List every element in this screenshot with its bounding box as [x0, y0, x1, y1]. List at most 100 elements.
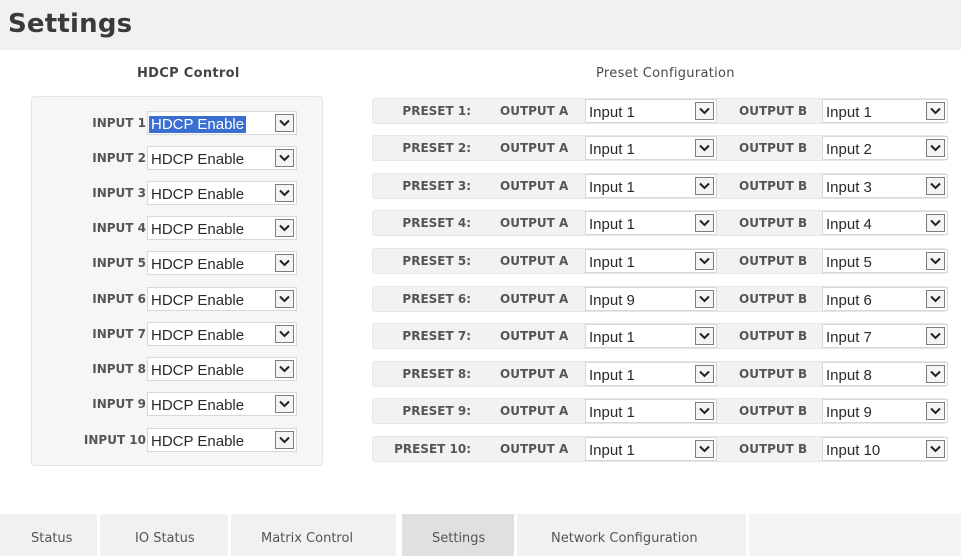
chevron-down-icon[interactable] [275, 290, 294, 308]
output-a-select[interactable]: Input 1 [585, 174, 717, 198]
chevron-down-icon[interactable] [926, 290, 945, 308]
select-value: Input 4 [826, 216, 872, 233]
tab-status[interactable]: Status [0, 514, 100, 556]
preset-row: PRESET 9: OUTPUT A Input 1 OUTPUT B Input 9 [372, 398, 948, 424]
select-value: Input 9 [589, 292, 635, 309]
preset-label: PRESET 10: [394, 442, 471, 456]
chevron-down-icon[interactable] [695, 214, 714, 232]
chevron-down-icon[interactable] [275, 184, 294, 202]
select-value: HDCP Enable [151, 256, 245, 273]
chevron-down-icon[interactable] [695, 139, 714, 157]
hdcp-select[interactable]: HDCP Enable [147, 322, 297, 346]
chevron-down-icon[interactable] [275, 149, 294, 167]
output-b-label: OUTPUT B [739, 141, 808, 155]
output-b-select[interactable]: Input 1 [822, 99, 948, 123]
hdcp-select[interactable]: HDCP Enable [147, 216, 297, 240]
output-b-select[interactable]: Input 4 [822, 211, 948, 235]
hdcp-select[interactable]: HDCP Enable [147, 428, 297, 452]
chevron-down-icon[interactable] [695, 327, 714, 345]
preset-row: PRESET 3: OUTPUT A Input 1 OUTPUT B Input 3 [372, 173, 948, 199]
preset-row: PRESET 8: OUTPUT A Input 1 OUTPUT B Input 8 [372, 361, 948, 387]
hdcp-select[interactable]: HDCP Enable [147, 287, 297, 311]
chevron-down-icon[interactable] [275, 219, 294, 237]
chevron-down-icon[interactable] [275, 114, 294, 132]
output-a-select[interactable]: Input 1 [585, 437, 717, 461]
tab-settings[interactable]: Settings [399, 514, 517, 556]
chevron-down-icon[interactable] [275, 395, 294, 413]
output-b-select[interactable]: Input 6 [822, 287, 948, 311]
chevron-down-icon[interactable] [695, 440, 714, 458]
output-a-select[interactable]: Input 1 [585, 99, 717, 123]
chevron-down-icon[interactable] [926, 214, 945, 232]
select-value: Input 1 [589, 254, 635, 271]
hdcp-section-title: HDCP Control [137, 66, 240, 81]
hdcp-input-label: INPUT 3 [92, 186, 146, 200]
chevron-down-icon[interactable] [926, 177, 945, 195]
output-b-select[interactable]: Input 5 [822, 249, 948, 273]
select-value: Input 1 [589, 141, 635, 158]
preset-label: PRESET 4: [402, 216, 471, 230]
hdcp-row: INPUT 5 HDCP Enable [32, 250, 324, 276]
chevron-down-icon[interactable] [695, 102, 714, 120]
hdcp-select[interactable]: HDCP Enable [147, 392, 297, 416]
chevron-down-icon[interactable] [275, 360, 294, 378]
chevron-down-icon[interactable] [695, 290, 714, 308]
hdcp-select[interactable]: HDCP Enable [147, 146, 297, 170]
hdcp-select[interactable]: HDCP Enable [147, 111, 297, 135]
tab-io-status[interactable]: IO Status [100, 514, 231, 556]
output-b-label: OUTPUT B [739, 367, 808, 381]
hdcp-select[interactable]: HDCP Enable [147, 357, 297, 381]
hdcp-row: INPUT 7 HDCP Enable [32, 321, 324, 347]
chevron-down-icon[interactable] [926, 440, 945, 458]
output-b-label: OUTPUT B [739, 179, 808, 193]
select-value: HDCP Enable [149, 116, 247, 133]
output-b-select[interactable]: Input 7 [822, 324, 948, 348]
output-a-select[interactable]: Input 1 [585, 211, 717, 235]
select-value: Input 5 [826, 254, 872, 271]
chevron-down-icon[interactable] [926, 252, 945, 270]
chevron-down-icon[interactable] [275, 431, 294, 449]
output-a-select[interactable]: Input 1 [585, 399, 717, 423]
preset-label: PRESET 7: [402, 329, 471, 343]
output-b-select[interactable]: Input 8 [822, 362, 948, 386]
chevron-down-icon[interactable] [926, 402, 945, 420]
chevron-down-icon[interactable] [926, 102, 945, 120]
output-a-select[interactable]: Input 1 [585, 249, 717, 273]
output-b-select[interactable]: Input 9 [822, 399, 948, 423]
output-b-select[interactable]: Input 10 [822, 437, 948, 461]
output-b-select[interactable]: Input 2 [822, 136, 948, 160]
tab-matrix-control[interactable]: Matrix Control [231, 514, 399, 556]
hdcp-input-label: INPUT 8 [92, 362, 146, 376]
tab-network-configuration[interactable]: Network Configuration [517, 514, 749, 556]
output-a-select[interactable]: Input 1 [585, 136, 717, 160]
output-a-select[interactable]: Input 1 [585, 324, 717, 348]
hdcp-input-label: INPUT 6 [92, 292, 146, 306]
hdcp-select[interactable]: HDCP Enable [147, 251, 297, 275]
output-a-select[interactable]: Input 9 [585, 287, 717, 311]
chevron-down-icon[interactable] [695, 177, 714, 195]
hdcp-row: INPUT 9 HDCP Enable [32, 391, 324, 417]
select-value: HDCP Enable [151, 151, 245, 168]
select-value: Input 1 [589, 104, 635, 121]
chevron-down-icon[interactable] [926, 365, 945, 383]
chevron-down-icon[interactable] [926, 327, 945, 345]
output-b-label: OUTPUT B [739, 216, 808, 230]
preset-label: PRESET 6: [402, 292, 471, 306]
select-value: HDCP Enable [151, 433, 245, 450]
chevron-down-icon[interactable] [275, 325, 294, 343]
select-value: Input 8 [826, 367, 872, 384]
chevron-down-icon[interactable] [695, 402, 714, 420]
output-a-label: OUTPUT A [500, 216, 569, 230]
output-a-label: OUTPUT A [500, 254, 569, 268]
output-a-label: OUTPUT A [500, 141, 569, 155]
output-b-select[interactable]: Input 3 [822, 174, 948, 198]
output-a-select[interactable]: Input 1 [585, 362, 717, 386]
chevron-down-icon[interactable] [926, 139, 945, 157]
chevron-down-icon[interactable] [275, 254, 294, 272]
output-b-label: OUTPUT B [739, 329, 808, 343]
chevron-down-icon[interactable] [695, 365, 714, 383]
hdcp-select[interactable]: HDCP Enable [147, 181, 297, 205]
chevron-down-icon[interactable] [695, 252, 714, 270]
select-value: Input 2 [826, 141, 872, 158]
select-value: Input 9 [826, 404, 872, 421]
